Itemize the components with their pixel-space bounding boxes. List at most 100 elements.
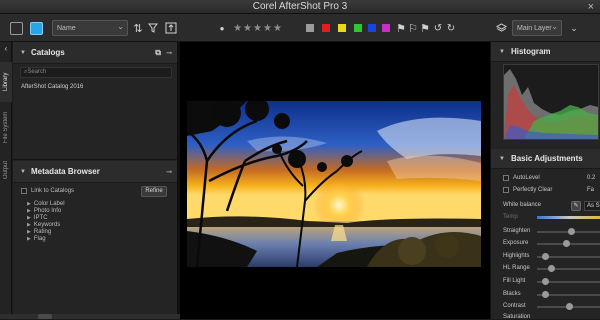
slider-knob[interactable] xyxy=(542,278,549,285)
link-to-catalogs-label: Link to Catalogs xyxy=(31,188,75,194)
contrast-slider[interactable] xyxy=(537,303,600,310)
checkbox-box[interactable] xyxy=(503,187,509,193)
exposure-slider[interactable] xyxy=(537,240,600,247)
straighten-label: Straighten xyxy=(503,228,531,234)
clear-rating-icon[interactable]: ● xyxy=(218,20,226,36)
highlights-label: Highlights xyxy=(503,253,530,259)
window-title: Corel AfterShot Pro 3 xyxy=(252,1,348,12)
slider-knob[interactable] xyxy=(548,265,555,272)
perfectly-clear-label: Perfectly Clear xyxy=(513,187,553,193)
hl-range-slider[interactable] xyxy=(537,265,600,272)
caret-right-icon: ▶ xyxy=(27,229,31,235)
fill-light-slider[interactable] xyxy=(537,278,600,285)
metadata-browser-header[interactable]: ▼ Metadata Browser ⊸ xyxy=(13,161,177,183)
flag-outline-icon[interactable]: ⚐ xyxy=(408,20,418,36)
tree-item-keywords[interactable]: ▶ Keywords xyxy=(27,222,60,228)
white-balance-select[interactable]: As S xyxy=(584,201,600,211)
perfectly-clear-checkbox[interactable]: Perfectly Clear xyxy=(503,187,552,193)
layer-select[interactable]: Main Layer ⌄ xyxy=(512,20,562,36)
white-balance-label: White balance xyxy=(503,202,542,208)
bottom-scrollbar[interactable] xyxy=(0,314,180,319)
right-panel: ▼ Histogram ▼ Basic Adjustments AutoLeve… xyxy=(490,42,600,320)
pin-icon[interactable]: ⊸ xyxy=(166,168,172,176)
color-label-red[interactable] xyxy=(322,24,330,32)
catalog-stack-icon[interactable]: ⧉ xyxy=(155,48,161,58)
blacks-label: Blacks xyxy=(503,291,521,297)
autolevel-checkbox[interactable]: AutoLevel xyxy=(503,175,540,181)
catalogs-header[interactable]: ▼ Catalogs ⧉ ⊸ xyxy=(13,42,177,64)
grid-view-icon xyxy=(10,21,23,35)
saturation-label: Saturation xyxy=(503,314,531,320)
tab-output[interactable]: Output xyxy=(0,152,12,188)
scroll-thumb[interactable] xyxy=(38,314,52,319)
expand-triangle-icon: ▼ xyxy=(499,155,505,162)
slider-knob[interactable] xyxy=(566,303,573,310)
slider-knob[interactable] xyxy=(568,228,575,235)
metadata-browser-title: Metadata Browser xyxy=(30,167,100,176)
tab-library[interactable]: Library xyxy=(0,62,12,102)
highlights-slider[interactable] xyxy=(537,253,600,260)
color-label-yellow[interactable] xyxy=(338,24,346,32)
slider-knob[interactable] xyxy=(542,253,549,260)
catalog-search-input[interactable]: ⌕Search xyxy=(20,67,172,78)
sort-select[interactable]: Name ⌄ xyxy=(52,20,128,36)
preview-photo[interactable] xyxy=(187,101,481,267)
caret-right-icon: ▶ xyxy=(27,208,31,214)
grid-view-button[interactable] xyxy=(10,20,23,36)
checkbox-box[interactable] xyxy=(21,188,27,194)
color-label-gray[interactable] xyxy=(306,24,314,32)
link-to-catalogs-checkbox[interactable]: Link to Catalogs xyxy=(21,188,74,194)
add-layer-icon[interactable]: ⌄ xyxy=(568,20,580,36)
tree-item-color-label[interactable]: ▶ Color Label xyxy=(27,201,65,207)
perfectly-clear-value[interactable]: Fa xyxy=(587,187,594,193)
straighten-slider[interactable] xyxy=(537,228,600,235)
hl-range-label: HL Range xyxy=(503,265,530,271)
sort-select-value: Name xyxy=(57,24,76,32)
caret-right-icon: ▶ xyxy=(27,222,31,228)
flag-icon[interactable]: ⚑ xyxy=(396,20,406,36)
tree-item-rating[interactable]: ▶ Rating xyxy=(27,229,51,235)
autolevel-value[interactable]: 0.2 xyxy=(587,175,595,181)
single-view-button[interactable] xyxy=(30,20,43,36)
sort-direction-icon[interactable]: ⇅ xyxy=(132,20,144,36)
tab-file-system[interactable]: File System xyxy=(0,104,12,150)
catalog-item[interactable]: AfterShot Catalog 2016 xyxy=(21,84,83,90)
tree-item-flag[interactable]: ▶ Flag xyxy=(27,236,46,242)
expand-triangle-icon: ▼ xyxy=(20,168,26,175)
caret-right-icon: ▶ xyxy=(27,236,31,242)
layers-button[interactable] xyxy=(495,20,507,36)
toolbar: Name ⌄ ⇅ ● ★★★★★ ⚑ ⚐ ⚑ ↺ ↻ Main Layer ⌄ … xyxy=(0,14,600,42)
color-label-green[interactable] xyxy=(354,24,362,32)
rotate-left-icon[interactable]: ↺ xyxy=(433,20,443,36)
blacks-slider[interactable] xyxy=(537,291,600,298)
caret-right-icon: ▶ xyxy=(27,215,31,221)
color-label-magenta[interactable] xyxy=(382,24,390,32)
eyedropper-button[interactable]: ✎ xyxy=(571,201,581,211)
filter-icon[interactable] xyxy=(147,20,159,36)
image-viewer[interactable] xyxy=(180,42,490,319)
expand-triangle-icon: ▼ xyxy=(499,48,505,55)
histogram-header[interactable]: ▼ Histogram xyxy=(491,42,600,62)
fill-light-label: Fill Light xyxy=(503,278,526,284)
exposure-label: Exposure xyxy=(503,240,529,246)
temp-label: Temp xyxy=(503,214,518,220)
rotate-right-icon[interactable]: ↻ xyxy=(446,20,456,36)
close-icon[interactable]: × xyxy=(588,1,594,13)
tree-item-photo-info[interactable]: ▶ Photo Info xyxy=(27,208,61,214)
side-tabs: ‹ Library File System Output xyxy=(0,42,12,319)
refine-button[interactable]: Refine xyxy=(141,186,167,197)
reject-flag-icon[interactable]: ⚑ xyxy=(420,20,430,36)
export-button[interactable] xyxy=(164,20,178,36)
pin-icon[interactable]: ⊸ xyxy=(166,49,172,57)
slider-knob[interactable] xyxy=(563,240,570,247)
tree-item-label: Keywords xyxy=(33,222,61,228)
tree-item-label: Rating xyxy=(33,229,52,235)
tree-item-iptc[interactable]: ▶ IPTC xyxy=(27,215,48,221)
color-label-blue[interactable] xyxy=(368,24,376,32)
temp-slider[interactable] xyxy=(537,216,600,219)
basic-adjustments-header[interactable]: ▼ Basic Adjustments xyxy=(491,149,600,169)
slider-knob[interactable] xyxy=(542,291,549,298)
collapse-panel-icon[interactable]: ‹ xyxy=(0,42,12,54)
star-rating[interactable]: ★★★★★ xyxy=(228,20,288,36)
checkbox-box[interactable] xyxy=(503,175,509,181)
